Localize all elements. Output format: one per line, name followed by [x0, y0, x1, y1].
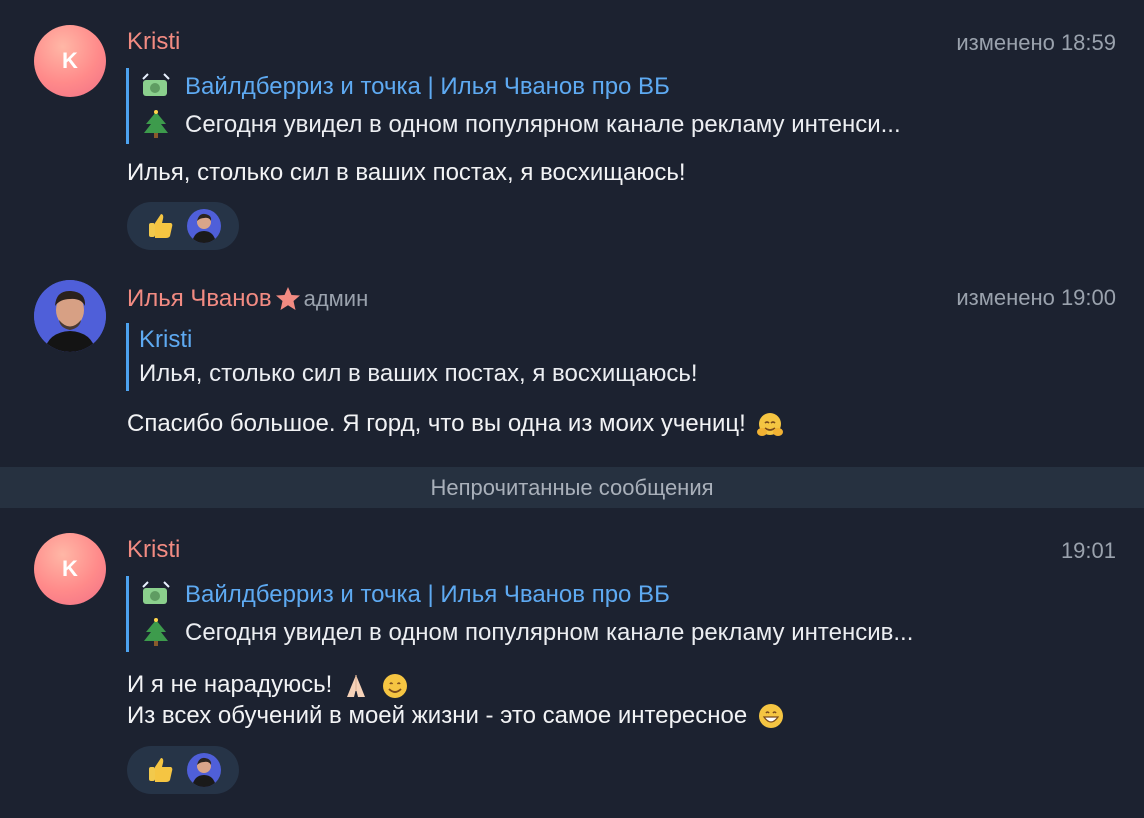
person-photo-icon [34, 280, 106, 352]
grin-icon [758, 704, 783, 729]
message-text: И я не нарадуюсь! Из всех обучений в мое… [127, 670, 786, 731]
admin-label: админ [303, 286, 369, 311]
quote-text: Сегодня увидел в одном популярном канале… [185, 619, 914, 646]
author-name[interactable]: Kristi [127, 538, 180, 562]
reply-quote[interactable]: Вайлдберриз и точка | Илья Чванов про ВБ… [126, 576, 913, 652]
unread-divider: Непрочитанные сообщения [0, 467, 1144, 508]
kristi-avatar[interactable]: K [34, 533, 106, 605]
hug-icon [756, 412, 783, 436]
smile-icon [382, 673, 407, 698]
quote-channel-title: Вайлдберриз и точка | Илья Чванов про ВБ [185, 581, 670, 608]
money-icon [142, 581, 170, 604]
author-name[interactable]: Илья Чванов [127, 287, 272, 311]
quote-channel-title: Вайлдберриз и точка | Илья Чванов про ВБ [185, 73, 670, 100]
message-text: Спасибо большое. Я горд, что вы одна из … [127, 409, 785, 440]
person-icon [192, 757, 216, 787]
admin-star-icon [275, 287, 300, 310]
tree-icon [144, 618, 168, 646]
kristi-avatar[interactable]: K [34, 25, 106, 97]
message-text: Илья, столько сил в ваших постах, я восх… [127, 159, 686, 186]
message-time: 19:01 [1060, 538, 1116, 563]
thumbs-up-icon [149, 214, 173, 238]
reactions-bar[interactable] [127, 746, 239, 794]
message-time: изменено 19:00 [956, 285, 1116, 310]
message-time: изменено 18:59 [956, 30, 1116, 55]
ilya-avatar[interactable] [34, 280, 106, 352]
person-icon [192, 213, 216, 243]
money-icon [142, 73, 170, 96]
message-2[interactable]: Илья Чванов админ изменено 19:00 Kristi … [0, 270, 1144, 465]
quote-author: Kristi [139, 326, 193, 353]
pray-icon [347, 674, 365, 697]
thumbs-up-icon [149, 758, 173, 782]
message-3[interactable]: K Kristi 19:01 Вайлдберриз и точка | Иль… [0, 508, 1144, 818]
reactor-avatar[interactable] [187, 753, 221, 787]
message-1[interactable]: K Kristi изменено 18:59 Вайлдберриз и то… [0, 0, 1144, 260]
quote-text: Сегодня увидел в одном популярном канале… [185, 111, 901, 138]
author-name[interactable]: Kristi [127, 30, 180, 54]
reactor-avatar[interactable] [187, 209, 221, 243]
reply-quote[interactable]: Вайлдберриз и точка | Илья Чванов про ВБ… [126, 68, 901, 144]
reply-quote[interactable]: Kristi Илья, столько сил в ваших постах,… [126, 323, 698, 391]
quote-text: Илья, столько сил в ваших постах, я восх… [139, 360, 698, 387]
tree-icon [144, 110, 168, 138]
reactions-bar[interactable] [127, 202, 239, 250]
